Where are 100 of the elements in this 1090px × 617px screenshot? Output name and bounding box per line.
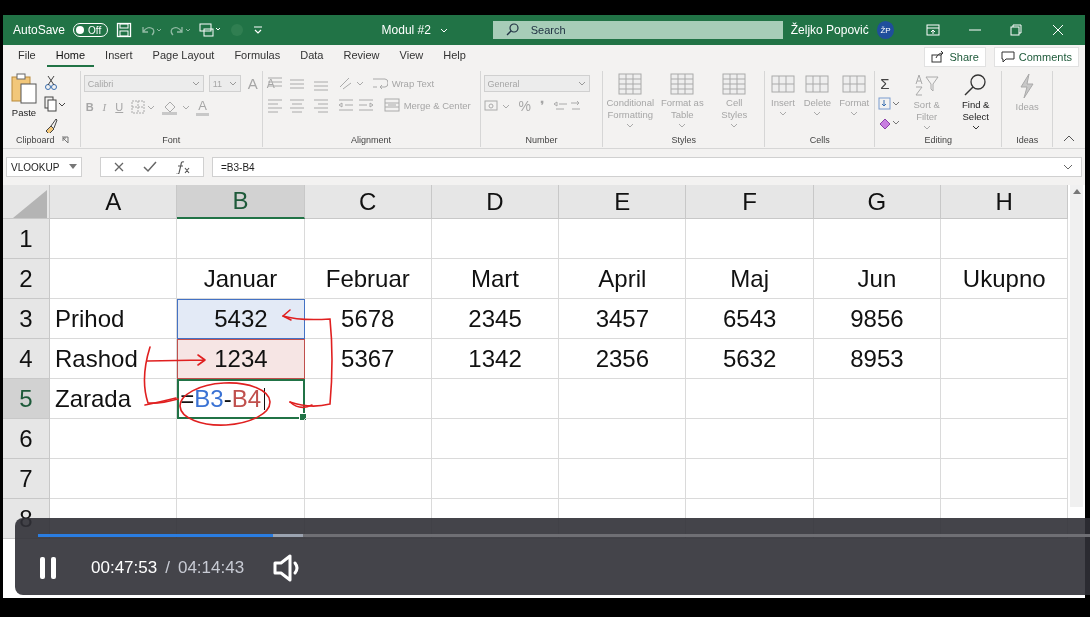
caret-icon (228, 80, 237, 87)
ribbon-tab[interactable]: File (9, 46, 45, 67)
formula-field[interactable]: =B3-B4 (212, 157, 1082, 177)
row-header[interactable]: 5 (3, 379, 50, 419)
search-field[interactable]: Search (492, 21, 783, 39)
collapse-ribbon-icon[interactable] (1063, 134, 1075, 142)
row-header[interactable]: 2 (3, 259, 50, 299)
empty-cell[interactable] (304, 459, 432, 499)
restore-icon[interactable] (1009, 24, 1024, 36)
empty-cell[interactable] (941, 419, 1069, 459)
empty-cell[interactable] (177, 219, 305, 259)
empty-cell[interactable] (559, 219, 687, 259)
expand-caret-icon[interactable] (1063, 163, 1073, 171)
comments-button[interactable]: Comments (993, 46, 1079, 67)
empty-cell[interactable] (686, 219, 814, 259)
empty-cell[interactable] (813, 459, 942, 499)
close-icon[interactable] (1051, 24, 1066, 36)
formula-part: = (180, 385, 195, 413)
ribbon-tab[interactable]: Home (46, 46, 95, 67)
vertical-scrollbar[interactable] (1070, 185, 1083, 507)
touch-mode-icon[interactable] (198, 22, 223, 38)
dialog-launcher-icon[interactable] (60, 136, 69, 144)
empty-cell[interactable] (559, 419, 687, 459)
active-cell[interactable]: =B3-B4 (177, 379, 305, 419)
brush-icon[interactable] (44, 117, 58, 133)
empty-cell[interactable] (941, 339, 1069, 379)
group-title: Ideas (1016, 135, 1039, 145)
editing-command-button[interactable]: Find & Select (953, 71, 999, 133)
share-button[interactable]: Share (924, 46, 986, 67)
ribbon-tab[interactable]: Help (434, 46, 475, 67)
copy-icon[interactable] (44, 96, 66, 112)
table-cell: Mart (431, 259, 560, 299)
empty-cell[interactable] (177, 459, 305, 499)
empty-cell[interactable] (431, 379, 560, 419)
ribbon-tab[interactable]: Formulas (225, 46, 290, 67)
paste-button[interactable]: Paste (8, 71, 40, 121)
column-header[interactable]: H (941, 185, 1069, 219)
empty-cell[interactable] (431, 459, 560, 499)
user-avatar[interactable]: ŽP (876, 21, 895, 39)
empty-cell[interactable] (686, 459, 814, 499)
ribbon-display-icon[interactable] (926, 24, 940, 36)
empty-cell[interactable] (304, 379, 432, 419)
empty-cell[interactable] (686, 419, 814, 459)
empty-cell[interactable] (813, 379, 942, 419)
scissors-icon[interactable] (44, 75, 58, 91)
name-box[interactable]: VLOOKUP (6, 157, 82, 177)
clipboard-icon (10, 73, 38, 105)
progress-track[interactable] (38, 534, 1090, 537)
document-title[interactable]: Modul #2 (381, 23, 431, 37)
empty-cell[interactable] (813, 219, 942, 259)
empty-cell[interactable] (941, 379, 1069, 419)
empty-cell[interactable] (941, 299, 1069, 339)
cancel-icon[interactable] (113, 161, 125, 173)
row-header[interactable]: 4 (3, 339, 50, 379)
empty-cell[interactable] (304, 219, 432, 259)
formula-part: - (223, 385, 232, 413)
row-header[interactable]: 7 (3, 459, 50, 499)
pause-icon[interactable] (39, 556, 57, 580)
eraser-icon[interactable] (878, 116, 901, 130)
empty-cell[interactable] (559, 459, 687, 499)
autosave-label: AutoSave (13, 23, 66, 37)
group-title: Cells (809, 135, 830, 145)
select-all-button[interactable] (3, 185, 50, 219)
column-header[interactable]: D (431, 185, 560, 219)
empty-cell[interactable] (177, 419, 305, 459)
ribbon-tab[interactable]: Page Layout (143, 46, 224, 67)
empty-cell[interactable] (941, 459, 1069, 499)
empty-cell[interactable] (941, 219, 1069, 259)
empty-cell[interactable] (559, 379, 687, 419)
customize-caret-icon[interactable] (251, 24, 264, 36)
caret-icon (69, 164, 77, 170)
empty-cell[interactable] (304, 419, 432, 459)
ribbon-tab[interactable]: Data (291, 46, 333, 67)
column-header[interactable]: B (177, 185, 305, 219)
scroll-up-icon[interactable] (1071, 187, 1082, 195)
fill-down-icon[interactable] (878, 97, 901, 111)
column-header[interactable]: C (304, 185, 432, 219)
caret-icon (850, 111, 859, 117)
autosum-button[interactable]: Σ (878, 75, 901, 92)
row-header[interactable]: 1 (3, 219, 50, 259)
row-header[interactable]: 3 (3, 299, 50, 339)
enter-check-icon[interactable] (143, 161, 157, 173)
row-header[interactable]: 6 (3, 419, 50, 459)
empty-cell[interactable] (431, 419, 560, 459)
column-header[interactable]: F (686, 185, 814, 219)
empty-cell[interactable] (431, 219, 560, 259)
insert-function-icon[interactable] (175, 160, 191, 174)
empty-cell[interactable] (813, 419, 942, 459)
empty-cell[interactable] (686, 379, 814, 419)
column-header[interactable]: G (813, 185, 942, 219)
table-cell: 6543 (686, 299, 814, 339)
table-grid-icon (618, 73, 643, 95)
table-cell: 9856 (813, 299, 942, 339)
column-header[interactable]: A (50, 185, 178, 219)
save-icon[interactable] (116, 22, 132, 38)
ribbon-tab[interactable]: View (390, 46, 433, 67)
ribbon-tab[interactable]: Insert (96, 46, 142, 67)
ribbon-tab[interactable]: Review (334, 46, 389, 67)
column-header[interactable]: E (559, 185, 687, 219)
caret-icon (577, 80, 586, 87)
